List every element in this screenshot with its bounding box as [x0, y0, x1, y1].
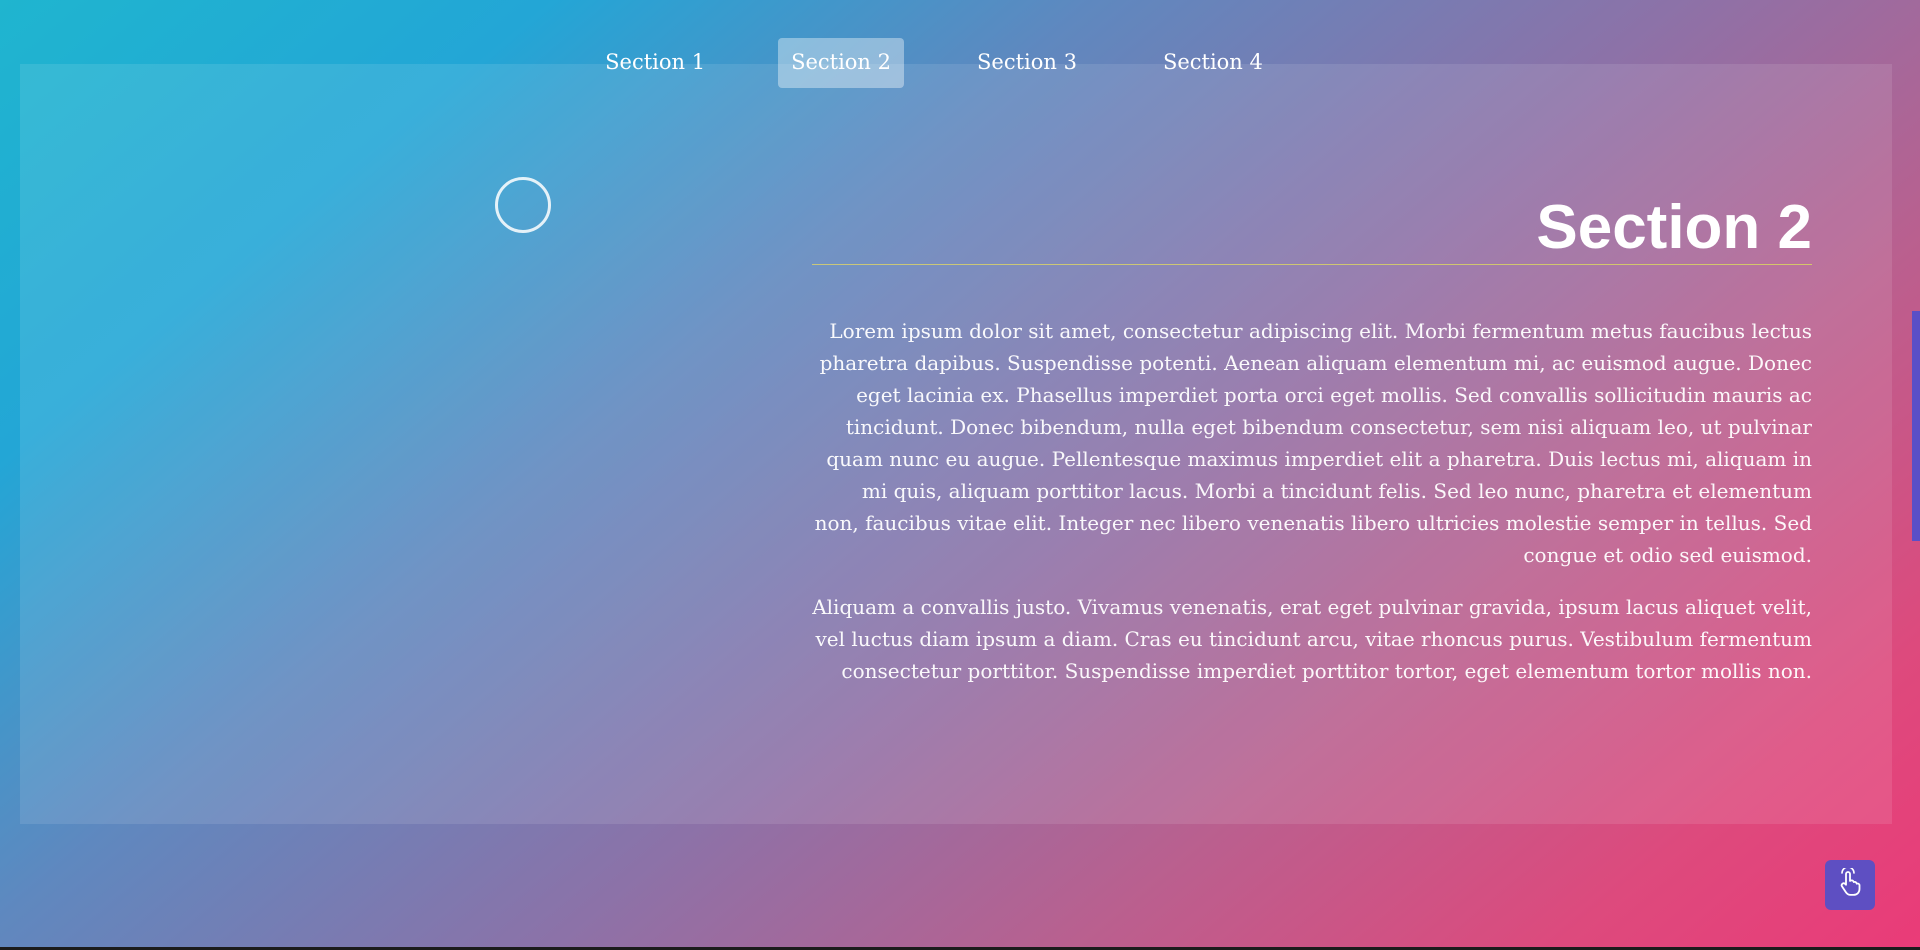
tab-section-4[interactable]: Section 4 [1150, 38, 1276, 88]
section-paragraph: Lorem ipsum dolor sit amet, consectetur … [814, 319, 1812, 567]
touch-pointer-icon [1835, 866, 1865, 902]
section-paragraph: Aliquam a convallis justo. Vivamus venen… [812, 595, 1812, 683]
tab-section-2[interactable]: Section 2 [778, 38, 904, 88]
section-nav: Section 1 Section 2 Section 3 Section 4 [0, 38, 1920, 88]
touch-toggle-button[interactable] [1825, 860, 1875, 910]
tab-section-1[interactable]: Section 1 [592, 38, 718, 88]
tab-section-3[interactable]: Section 3 [964, 38, 1090, 88]
page-background: Section 1 Section 2 Section 3 Section 4 … [0, 0, 1920, 947]
scrollbar-thumb[interactable] [1912, 311, 1920, 541]
section-title: Section 2 [1536, 193, 1812, 262]
section-content: Section 2 Lorem ipsum dolor sit amet, co… [812, 190, 1812, 687]
circle-outline-icon [495, 177, 551, 233]
